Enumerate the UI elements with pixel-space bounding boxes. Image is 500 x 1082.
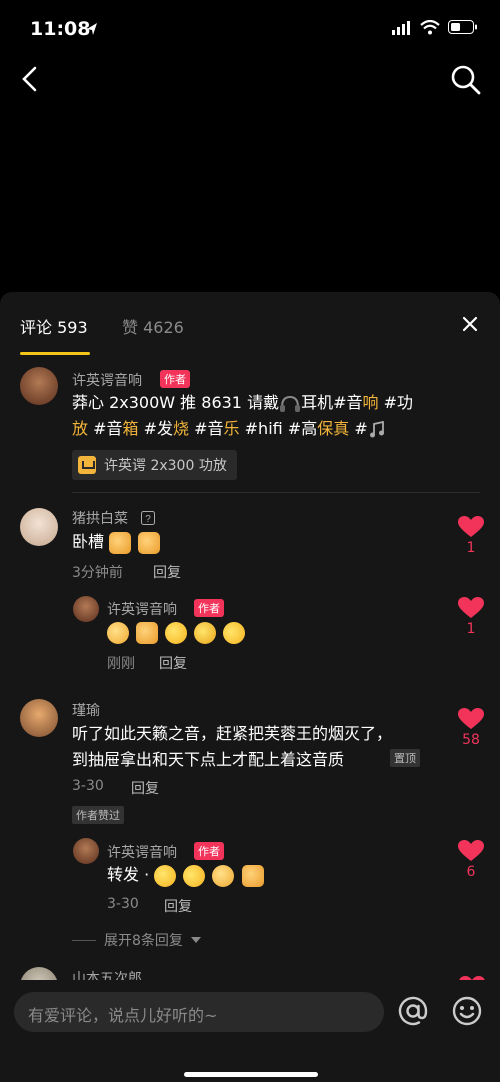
like-button[interactable]: 6 [451, 840, 491, 880]
comment-sheet: 评论 593 赞 4626 许英谔音响 作者 莽心 2x300W 推 8631 … [0, 292, 500, 1082]
home-indicator [184, 1072, 318, 1077]
active-tab-indicator [20, 352, 90, 355]
comment-input-bar: 有爱评论，说点儿好听的~ [0, 980, 500, 1082]
author-badge: 作者 [160, 370, 190, 388]
music-note-icon [369, 420, 384, 437]
emoji-picker-icon[interactable] [450, 994, 484, 1028]
heart-icon [458, 708, 484, 729]
reply-emoji-text [107, 618, 249, 647]
comment-username[interactable]: 许英谔音响 [72, 370, 142, 390]
product-link[interactable]: 许英谔 2x300 功放 [72, 450, 237, 480]
reply-text: 转发 · [107, 861, 266, 890]
author-badge: 作者 [194, 842, 224, 860]
comment-time: 3分钟前 [72, 565, 123, 581]
comment-username[interactable]: 猪拱白菜 [72, 508, 128, 528]
chevron-down-icon [190, 937, 201, 943]
like-button[interactable]: 1 [451, 597, 491, 637]
pinned-tag: 置顶 [390, 749, 420, 767]
expand-line [72, 939, 96, 941]
rofl-emoji-icon [220, 618, 249, 647]
like-count: 6 [466, 864, 476, 880]
heart-icon [458, 516, 484, 537]
like-button[interactable]: 58 [451, 708, 491, 748]
divider [72, 492, 480, 493]
cellular-signal-icon [392, 20, 410, 35]
comment-time: 刚刚 [107, 656, 135, 672]
heart-icon [458, 597, 484, 618]
top-nav [0, 56, 500, 106]
tab-likes[interactable]: 赞 4626 [122, 314, 184, 338]
clap-emoji-icon [212, 864, 235, 887]
reply-button[interactable]: 回复 [164, 896, 192, 916]
avatar[interactable] [20, 508, 58, 546]
comment-input[interactable]: 有爱评论，说点儿好听的~ [14, 992, 384, 1032]
comment-username[interactable]: 瑾瑜 [72, 700, 100, 720]
scream-emoji-icon [194, 621, 217, 644]
comment-text: 卧槽 [72, 529, 162, 555]
author-liked-tag: 作者赞过 [72, 806, 124, 824]
like-count: 1 [466, 540, 476, 556]
avatar[interactable] [20, 367, 58, 405]
status-time: 11:08 [30, 18, 91, 40]
comment-text: 莽心 2x300W 推 8631 请戴 耳机#音响 #功放 #音箱 #发烧 #音乐… [72, 393, 414, 438]
status-icons [392, 20, 478, 35]
expand-replies-button[interactable]: 展开8条回复 [72, 930, 201, 950]
reply-button[interactable]: 回复 [153, 562, 181, 582]
like-count: 58 [462, 732, 480, 748]
thumbs-up-emoji-icon [138, 531, 161, 554]
comment-username[interactable]: 许英谔音响 [107, 842, 177, 862]
comment-time: 3-30 [72, 778, 104, 794]
headphone-emoji-icon [280, 395, 301, 412]
thumbs-up-emoji-icon [241, 864, 264, 887]
reply-button[interactable]: 回复 [131, 778, 159, 798]
close-icon[interactable] [458, 312, 482, 336]
grin-emoji-icon [154, 864, 177, 887]
comment-text: 听了如此天籁之音，赶紧把芙蓉王的烟灭了， 到抽屉拿出和天下点上才配上着这音质 [72, 724, 393, 769]
grin-emoji-icon [165, 621, 188, 644]
comment-time: 3-30 [107, 896, 139, 912]
svg-text:?: ? [145, 514, 151, 525]
wifi-icon [420, 20, 440, 35]
cart-icon [78, 456, 96, 474]
like-count: 1 [466, 621, 476, 637]
help-icon: ? [141, 511, 155, 525]
author-badge: 作者 [194, 599, 224, 617]
at-mention-icon[interactable] [396, 994, 430, 1028]
like-button[interactable]: 1 [451, 516, 491, 556]
location-icon [87, 23, 97, 35]
comment-tabs: 评论 593 赞 4626 [0, 292, 500, 356]
reply-button[interactable]: 回复 [159, 653, 187, 673]
heart-icon [458, 840, 484, 861]
search-icon[interactable] [450, 64, 482, 96]
avatar[interactable] [73, 596, 99, 622]
thumbs-up-emoji-icon [136, 621, 159, 644]
avatar[interactable] [20, 699, 58, 737]
rofl-emoji-icon [180, 861, 209, 890]
battery-icon [448, 20, 477, 34]
avatar[interactable] [73, 838, 99, 864]
clap-emoji-icon [107, 621, 129, 644]
back-arrow-icon[interactable] [16, 64, 46, 94]
status-bar: 11:08 [0, 0, 500, 56]
comment-username[interactable]: 许英谔音响 [107, 599, 177, 619]
thumbs-up-emoji-icon [109, 531, 132, 554]
tab-comments[interactable]: 评论 593 [20, 314, 88, 338]
